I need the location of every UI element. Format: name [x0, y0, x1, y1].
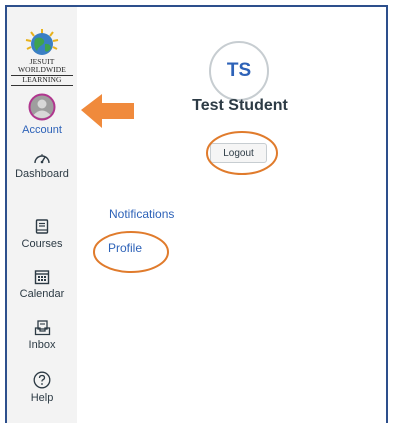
user-initials: TS: [226, 60, 252, 81]
sidebar-item-label: Courses: [21, 238, 63, 250]
sidebar-item-label: Help: [30, 392, 54, 404]
sidebar-item-account[interactable]: Account: [7, 93, 77, 137]
dashboard-gauge-icon: [34, 154, 50, 164]
global-nav-sidebar: JESUIT WORLDWIDE LEARNING Account Dashbo…: [7, 7, 77, 423]
sidebar-item-label: Account: [22, 124, 62, 136]
question-circle-icon: [33, 371, 51, 389]
book-icon: [35, 219, 49, 234]
logout-button[interactable]: Logout: [210, 143, 267, 163]
sidebar-item-help[interactable]: Help: [7, 371, 77, 405]
user-avatar: TS: [209, 41, 269, 101]
globe-sun-icon: [25, 29, 59, 55]
calendar-icon: [34, 270, 50, 285]
sidebar-item-dashboard[interactable]: Dashboard: [7, 151, 77, 181]
jesuit-worldwide-learning-logo[interactable]: JESUIT WORLDWIDE LEARNING: [7, 29, 77, 86]
user-name: Test Student: [192, 97, 288, 114]
sidebar-item-courses[interactable]: Courses: [7, 219, 77, 251]
sidebar-item-calendar[interactable]: Calendar: [7, 269, 77, 301]
sidebar-item-inbox[interactable]: Inbox: [7, 320, 77, 352]
logo-divider-bottom: [11, 85, 73, 86]
sidebar-item-label: Inbox: [28, 339, 56, 351]
profile-link[interactable]: Profile: [108, 241, 142, 255]
logo-line-3: LEARNING: [22, 75, 62, 84]
notifications-link[interactable]: Notifications: [109, 207, 174, 221]
sidebar-item-label: Calendar: [19, 288, 65, 300]
sidebar-item-label: Dashboard: [15, 168, 69, 180]
avatar-icon: [28, 93, 56, 121]
logo-line-2: WORLDWIDE: [18, 65, 66, 74]
inbox-icon: [34, 320, 50, 336]
